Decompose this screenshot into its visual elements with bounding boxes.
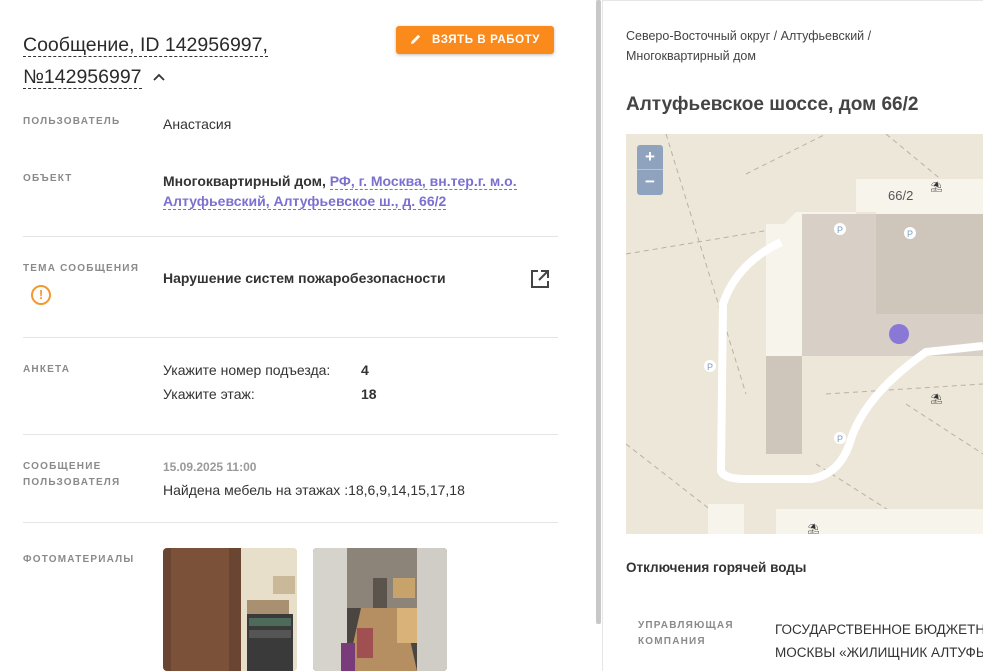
message-date: 15.09.2025 11:00 [163,460,257,474]
map[interactable]: P P P P ⛱ ⛱ ⛱ + − 66/2 [626,134,983,534]
divider [23,337,558,338]
topic-label: ТЕМА СООБЩЕНИЯ [23,263,140,274]
take-to-work-label: ВЗЯТЬ В РАБОТУ [431,34,541,46]
pencil-icon [410,33,422,48]
breadcrumb-line1: Северо-Восточный округ / Алтуфьевский / [626,29,872,43]
top-border [603,0,983,1]
title-line-2: №142956997 [23,66,142,89]
message-title[interactable]: Сообщение, ID 142956997, №142956997 [23,30,383,93]
svg-text:⛱: ⛱ [930,181,943,193]
object-type: Многоквартирный дом, [163,173,326,189]
survey-question: Укажите этаж: [163,386,255,402]
mc-label-line2: КОМПАНИЯ [638,636,706,647]
panel-divider [602,0,603,671]
zoom-in-button[interactable]: + [637,145,663,170]
management-company-value: ГОСУДАРСТВЕННОЕ БЮДЖЕТНОЕ МОСКВЫ «ЖИЛИЩН… [775,618,983,664]
photo-thumbnail[interactable] [313,548,447,671]
survey-question: Укажите номер подъезда: [163,362,331,378]
object-address-link-cont[interactable]: Алтуфьевский, Алтуфьевское ш., д. 66/2 [163,193,447,210]
object-address-link[interactable]: РФ, г. Москва, вн.тер.г. м.о. [329,173,517,190]
management-company-label: УПРАВЛЯЮЩАЯ КОМПАНИЯ [638,618,734,650]
hot-water-heading: Отключения горячей воды [626,560,807,575]
object-value: Многоквартирный дом, РФ, г. Москва, вн.т… [163,171,543,211]
scrollbar[interactable] [596,0,601,624]
address-heading: Алтуфьевское шоссе, дом 66/2 [626,94,919,115]
take-to-work-button[interactable]: ВЗЯТЬ В РАБОТУ [396,26,554,54]
svg-text:P: P [837,434,843,444]
breadcrumb-line2: Многоквартирный дом [626,49,756,63]
external-link-icon[interactable] [529,268,551,290]
svg-text:P: P [837,225,843,235]
mc-value-line2: МОСКВЫ «ЖИЛИЩНИК АЛТУФЬ [775,645,983,660]
message-label-line2: ПОЛЬЗОВАТЕЛЯ [23,477,121,488]
mc-value-line1: ГОСУДАРСТВЕННОЕ БЮДЖЕТНОЕ [775,622,983,637]
divider [23,236,558,237]
svg-text:P: P [907,229,913,239]
topic-value: Нарушение систем пожаробезопасности [163,270,446,286]
svg-text:P: P [707,362,713,372]
survey-answer: 4 [361,362,369,378]
building-label: 66/2 [888,188,914,203]
svg-text:⛱: ⛱ [807,523,820,534]
divider [23,522,558,523]
mc-label-line1: УПРАВЛЯЮЩАЯ [638,620,734,631]
message-label: СООБЩЕНИЕ ПОЛЬЗОВАТЕЛЯ [23,459,120,491]
map-zoom-controls: + − [637,145,663,195]
title-line-1: Сообщение, ID 142956997, [23,34,268,57]
message-text: Найдена мебель на этажах :18,6,9,14,15,1… [163,482,465,498]
divider [23,434,558,435]
object-label: ОБЪЕКТ [23,173,73,184]
survey-answer: 18 [361,386,377,402]
photo-thumbnail[interactable] [163,548,297,671]
chevron-up-icon[interactable] [153,61,165,92]
photos-label: ФОТОМАТЕРИАЛЫ [23,554,135,565]
message-panel: Сообщение, ID 142956997, №142956997 ВЗЯТ… [0,0,595,671]
message-label-line1: СООБЩЕНИЕ [23,461,102,472]
svg-text:⛱: ⛱ [930,393,943,405]
user-value: Анастасия [163,116,232,132]
user-label: ПОЛЬЗОВАТЕЛЬ [23,116,121,127]
survey-label: АНКЕТА [23,364,71,375]
breadcrumb: Северо-Восточный округ / Алтуфьевский / … [626,26,966,66]
zoom-out-button[interactable]: − [637,170,663,195]
warning-circle-icon: ! [31,285,51,305]
